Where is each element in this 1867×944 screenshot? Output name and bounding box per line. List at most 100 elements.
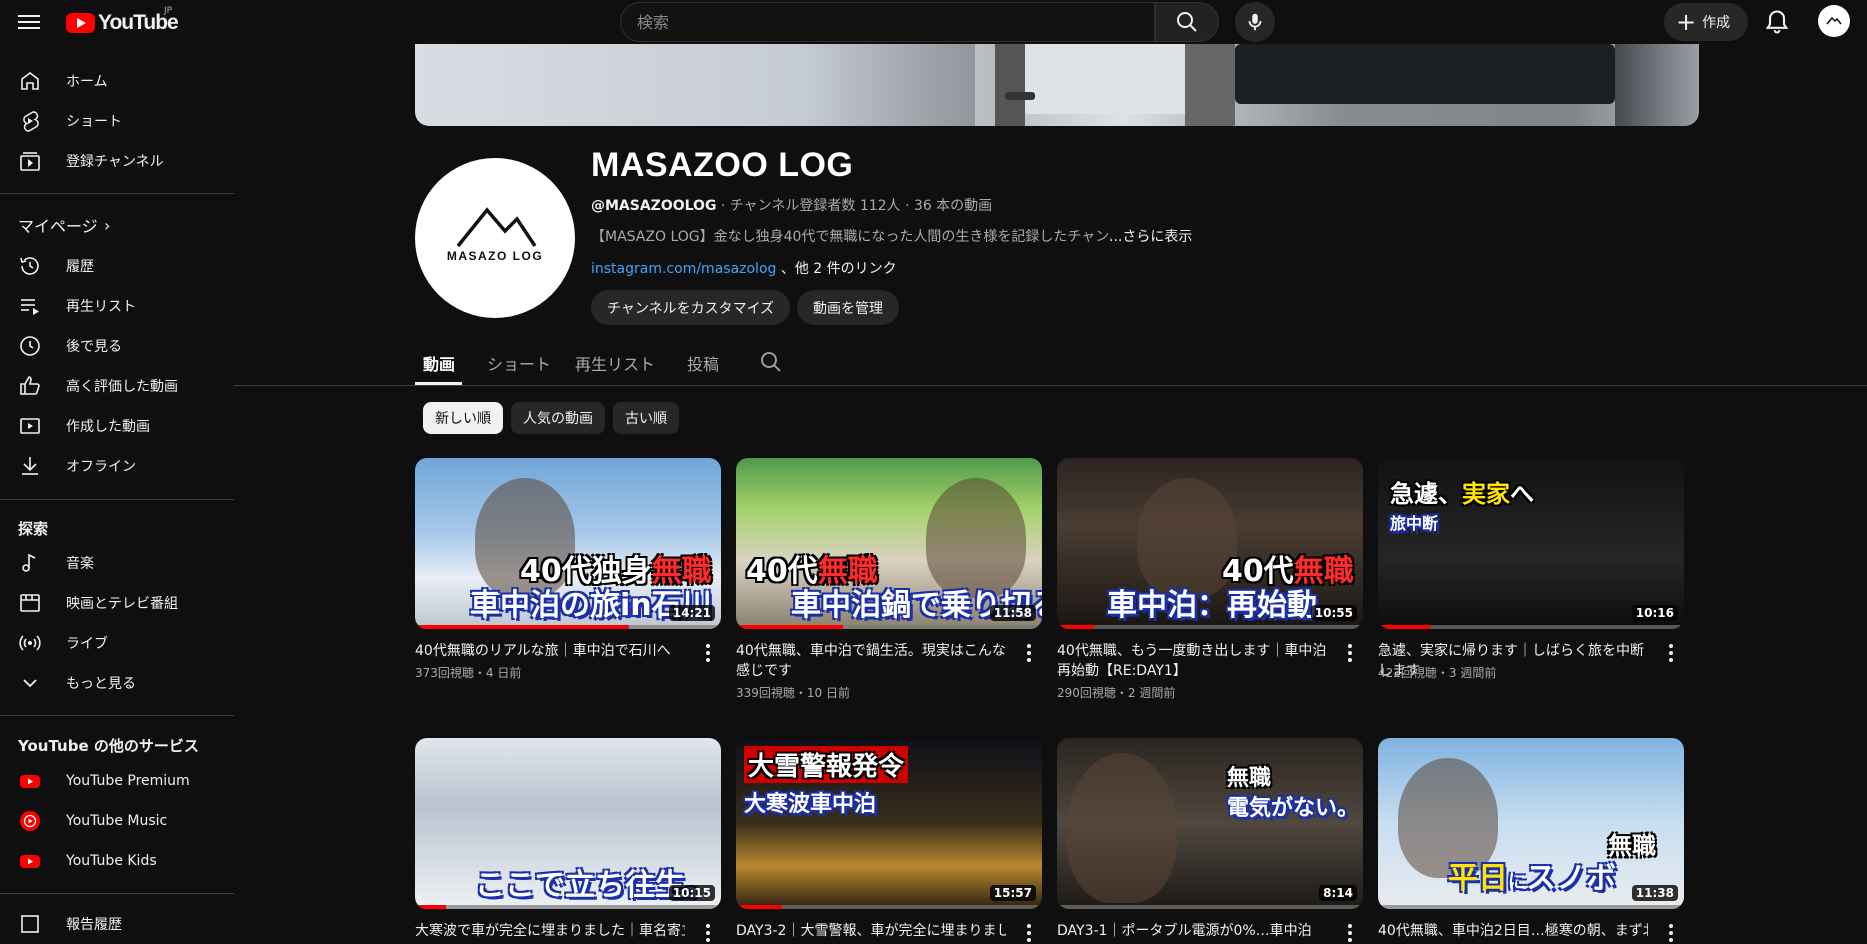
clock-icon bbox=[20, 336, 40, 356]
more-actions-icon[interactable] bbox=[1026, 924, 1032, 942]
youtube-play-icon bbox=[66, 13, 95, 33]
sidebar-item-subscriptions[interactable]: 登録チャンネル bbox=[0, 141, 234, 181]
sidebar-item-label: YouTube Kids bbox=[66, 853, 157, 869]
sidebar-item-label: ライブ bbox=[66, 636, 108, 652]
sidebar-item-playlists[interactable]: 再生リスト bbox=[0, 286, 234, 326]
sidebar-item-your-videos[interactable]: 作成した動画 bbox=[0, 406, 234, 446]
menu-icon[interactable] bbox=[18, 12, 40, 32]
create-button[interactable]: + 作成 bbox=[1664, 3, 1748, 41]
video-meta: 422回視聴・3 週間前 bbox=[1378, 666, 1497, 680]
sidebar-item-label: ショート bbox=[66, 114, 122, 130]
sidebar-item-liked[interactable]: 高く評価した動画 bbox=[0, 366, 234, 406]
account-avatar[interactable] bbox=[1818, 5, 1850, 37]
sidebar-item-label: 登録チャンネル bbox=[66, 154, 164, 170]
chip-latest[interactable]: 新しい順 bbox=[423, 402, 503, 434]
more-actions-icon[interactable] bbox=[705, 924, 711, 942]
tab-posts[interactable]: 投稿 bbox=[687, 351, 719, 375]
video-thumbnail[interactable]: ここで立ち往生。 10:15 bbox=[415, 738, 721, 909]
channel-description[interactable]: 【MASAZO LOG】金なし独身40代で無職になった人間の生き様を記録したチャ… bbox=[591, 226, 1111, 246]
sidebar-item-live[interactable]: ライブ bbox=[0, 623, 234, 663]
sidebar-item-label: 音楽 bbox=[66, 556, 94, 572]
video-icon bbox=[20, 418, 40, 434]
video-title[interactable]: DAY3-1｜ポータブル電源が0%…車中泊 bbox=[1057, 921, 1327, 941]
thumbs-up-icon bbox=[20, 376, 40, 395]
tab-playlists[interactable]: 再生リスト bbox=[575, 351, 655, 375]
channel-avatar[interactable]: MASAZO LOG bbox=[415, 158, 575, 318]
sidebar-item-label: 映画とテレビ番組 bbox=[66, 596, 178, 612]
video-title[interactable]: 大寒波で車が完全に埋まりました｜車名寄立 bbox=[415, 921, 685, 941]
thumbnail-subline: 旅中断 bbox=[1390, 514, 1439, 533]
thumbnail-subline: 電気がない。 bbox=[1227, 796, 1360, 821]
thumbnail-headline: 急遽、実家へ bbox=[1390, 480, 1534, 508]
create-label: 作成 bbox=[1702, 15, 1731, 31]
more-actions-icon[interactable] bbox=[1347, 644, 1353, 662]
video-thumbnail[interactable]: 40代無職 車中泊：再始動 10:55 bbox=[1057, 458, 1363, 629]
tabs-divider bbox=[234, 385, 1867, 386]
customize-channel-button[interactable]: チャンネルをカスタマイズ bbox=[591, 290, 791, 325]
video-title[interactable]: 40代無職、もう一度動き出します｜車中泊再始動【RE:DAY1】 bbox=[1057, 641, 1327, 681]
voice-search-button[interactable] bbox=[1235, 2, 1275, 42]
manage-videos-button[interactable]: 動画を管理 bbox=[797, 290, 899, 325]
channel-search-icon[interactable] bbox=[759, 350, 783, 374]
sidebar-item-downloads[interactable]: オフライン bbox=[0, 446, 234, 486]
watch-progress-track bbox=[1057, 625, 1363, 629]
more-links-text[interactable]: 、他 2 件のリンク bbox=[776, 261, 897, 277]
video-title[interactable]: 40代無職、車中泊で鍋生活。現実はこんな感じです bbox=[736, 641, 1006, 681]
chevron-down-icon bbox=[23, 679, 37, 688]
more-actions-icon[interactable] bbox=[1026, 644, 1032, 662]
video-thumbnail[interactable]: 無職 平日にスノボ 11:38 bbox=[1378, 738, 1684, 909]
video-thumbnail[interactable]: 急遽、実家へ 旅中断 10:16 bbox=[1378, 458, 1684, 629]
sidebar-you-header[interactable]: マイページ › bbox=[0, 205, 234, 245]
top-bar: YouTube JP + 作成 bbox=[0, 0, 1867, 44]
sidebar: ホーム ショート 登録チャンネル マイページ › 履歴 再生リスト 後で見る 高… bbox=[0, 44, 234, 933]
search-box[interactable] bbox=[620, 2, 1155, 42]
video-thumbnail[interactable]: 大雪警報発令 大寒波車中泊 15:57 bbox=[736, 738, 1042, 909]
sidebar-item-shorts[interactable]: ショート bbox=[0, 101, 234, 141]
channel-handle: @MASAZOOLOG bbox=[591, 198, 717, 214]
chip-oldest[interactable]: 古い順 bbox=[613, 402, 679, 434]
notifications-bell-icon[interactable] bbox=[1763, 8, 1791, 36]
sidebar-item-youtube-music[interactable]: YouTube Music bbox=[0, 801, 234, 841]
sidebar-item-youtube-kids[interactable]: YouTube Kids bbox=[0, 841, 234, 881]
show-more-link[interactable]: ...さらに表示 bbox=[1109, 226, 1192, 246]
sidebar-item-premium[interactable]: YouTube Premium bbox=[0, 761, 234, 801]
other-services-header: YouTube の他のサービス bbox=[18, 737, 199, 755]
you-header-label: マイページ bbox=[18, 217, 98, 236]
youtube-logo[interactable]: YouTube bbox=[66, 10, 179, 36]
tab-shorts[interactable]: ショート bbox=[487, 351, 551, 375]
video-title[interactable]: 40代無職、車中泊2日目…極寒の朝、まず北 bbox=[1378, 921, 1648, 941]
sidebar-item-movies[interactable]: 映画とテレビ番組 bbox=[0, 583, 234, 623]
video-title[interactable]: 40代無職のリアルな旅｜車中泊で石川へ bbox=[415, 641, 685, 661]
live-icon bbox=[19, 635, 41, 651]
region-code: JP bbox=[164, 6, 173, 16]
search-button[interactable] bbox=[1155, 2, 1219, 42]
sidebar-item-show-more[interactable]: もっと見る bbox=[0, 663, 234, 703]
watch-progress-track bbox=[736, 905, 1042, 909]
instagram-link[interactable]: instagram.com/masazolog bbox=[591, 261, 776, 277]
video-title[interactable]: DAY3-2｜大雪警報、車が完全に埋まりまし bbox=[736, 921, 1006, 941]
sidebar-divider bbox=[0, 715, 234, 716]
video-thumbnail[interactable]: 40代独身無職 車中泊の旅in石川 14:21 bbox=[415, 458, 721, 629]
home-icon bbox=[21, 72, 39, 90]
microphone-icon bbox=[1248, 13, 1262, 31]
sidebar-item-report-history[interactable]: 報告履歴 bbox=[0, 904, 234, 944]
sidebar-item-label: YouTube Music bbox=[66, 813, 168, 829]
chip-popular[interactable]: 人気の動画 bbox=[511, 402, 605, 434]
sidebar-item-music[interactable]: 音楽 bbox=[0, 543, 234, 583]
watch-progress-bar bbox=[415, 625, 630, 629]
sidebar-item-watch-later[interactable]: 後で見る bbox=[0, 326, 234, 366]
download-icon bbox=[22, 457, 38, 475]
sidebar-item-home[interactable]: ホーム bbox=[0, 61, 234, 101]
sidebar-divider bbox=[0, 193, 234, 194]
video-duration: 11:38 bbox=[1631, 885, 1678, 901]
channel-links: instagram.com/masazolog 、他 2 件のリンク bbox=[591, 258, 897, 278]
video-thumbnail[interactable]: 無職 電気がない。 8:14 bbox=[1057, 738, 1363, 909]
sidebar-item-history[interactable]: 履歴 bbox=[0, 246, 234, 286]
more-actions-icon[interactable] bbox=[705, 644, 711, 662]
more-actions-icon[interactable] bbox=[1668, 644, 1674, 662]
search-input[interactable] bbox=[621, 3, 1154, 41]
more-actions-icon[interactable] bbox=[1668, 924, 1674, 942]
tab-videos[interactable]: 動画 bbox=[423, 351, 455, 375]
video-thumbnail[interactable]: 40代無職 車中泊鍋で乗り切る 11:58 bbox=[736, 458, 1042, 629]
more-actions-icon[interactable] bbox=[1347, 924, 1353, 942]
